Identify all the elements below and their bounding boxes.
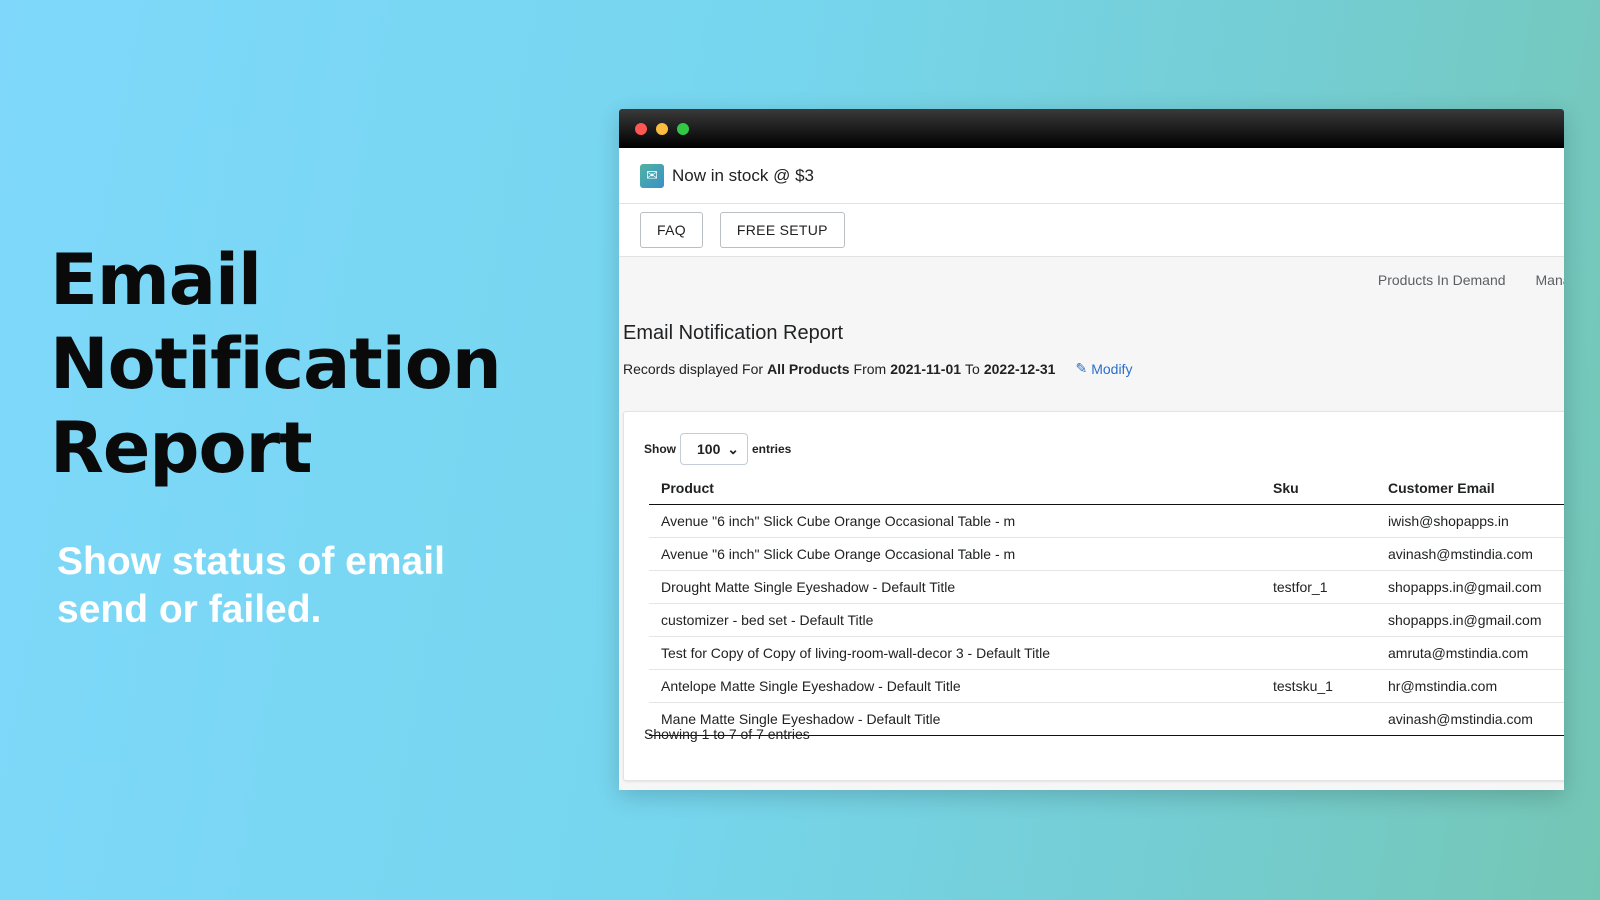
cell-product: Avenue "6 inch" Slick Cube Orange Occasi… <box>649 537 1261 571</box>
cell-customer-email: avinash@mstindia.com <box>1376 537 1564 571</box>
app-name: Now in stock @ $3 <box>672 165 814 185</box>
records-from-date: 2021-11-01 <box>890 360 962 377</box>
report-card: Show 100 ⌄ entries Product Sku Customer … <box>623 411 1564 781</box>
pencil-icon: ✎ <box>1075 360 1088 376</box>
minimize-window-dot[interactable] <box>656 122 668 135</box>
cell-customer-email: shopapps.in@gmail.com <box>1376 570 1564 604</box>
entries-label: entries <box>752 442 792 456</box>
close-window-dot[interactable] <box>635 122 647 135</box>
chevron-down-icon: ⌄ <box>727 440 739 457</box>
nav-manage-products[interactable]: Manage Pr <box>1536 272 1564 288</box>
records-to-date: 2022-12-31 <box>983 360 1056 377</box>
cell-product: Avenue "6 inch" Slick Cube Orange Occasi… <box>649 504 1261 538</box>
table-row: customizer - bed set - Default Title sho… <box>649 603 1564 637</box>
cell-sku <box>1261 603 1376 637</box>
table-row: Antelope Matte Single Eyeshadow - Defaul… <box>649 669 1564 703</box>
top-nav: Products In Demand Manage Pr <box>619 257 1564 302</box>
notification-table: Product Sku Customer Email Avenue "6 inc… <box>649 472 1564 736</box>
app-header: ✉ Now in stock @ $3 <box>619 148 1564 204</box>
hero-title-line: Report <box>50 407 313 489</box>
faq-button[interactable]: FAQ <box>640 212 703 248</box>
entries-select-value: 100 <box>697 441 721 457</box>
cell-product: Drought Matte Single Eyeshadow - Default… <box>649 570 1261 604</box>
cell-sku: testsku_1 <box>1261 669 1376 703</box>
app-logo-icon: ✉ <box>640 163 664 188</box>
cell-product: Test for Copy of Copy of living-room-wal… <box>649 636 1261 670</box>
records-to-label: To <box>965 360 980 377</box>
records-prefix: Records displayed For <box>623 360 764 377</box>
table-row: Test for Copy of Copy of living-room-wal… <box>649 636 1564 670</box>
column-header-sku[interactable]: Sku <box>1261 472 1376 505</box>
modify-label: Modify <box>1091 360 1133 377</box>
report-title: Email Notification Report <box>623 322 844 344</box>
cell-sku <box>1261 636 1376 670</box>
nav-products-in-demand[interactable]: Products In Demand <box>1378 272 1506 288</box>
free-setup-button[interactable]: FREE SETUP <box>719 212 845 248</box>
show-label: Show <box>644 442 676 456</box>
table-row: Avenue "6 inch" Slick Cube Orange Occasi… <box>649 537 1564 571</box>
cell-sku <box>1261 702 1376 736</box>
table-info: Showing 1 to 7 of 7 entries <box>644 726 810 742</box>
cell-product: Antelope Matte Single Eyeshadow - Defaul… <box>649 669 1261 703</box>
hero-subtitle: Show status of email send or failed. <box>57 540 445 631</box>
column-header-customer-email[interactable]: Customer Email <box>1376 472 1564 505</box>
app-window: ✉ Now in stock @ $3 FAQ FREE SETUP Produ… <box>619 109 1564 790</box>
table-header-row: Product Sku Customer Email <box>649 472 1564 505</box>
window-titlebar <box>619 109 1564 148</box>
entries-select[interactable]: 100 ⌄ <box>680 433 748 465</box>
cell-product: customizer - bed set - Default Title <box>649 603 1261 637</box>
column-header-product[interactable]: Product <box>649 472 1261 505</box>
cell-customer-email: amruta@mstindia.com <box>1376 636 1564 670</box>
records-scope: All Products <box>767 360 850 377</box>
hero-title-line: Email <box>50 239 262 321</box>
table-row: Avenue "6 inch" Slick Cube Orange Occasi… <box>649 504 1564 538</box>
cell-sku <box>1261 537 1376 571</box>
hero-title-line: Notification <box>50 323 502 405</box>
table-row: Drought Matte Single Eyeshadow - Default… <box>649 570 1564 604</box>
cell-customer-email: shopapps.in@gmail.com <box>1376 603 1564 637</box>
cell-sku <box>1261 504 1376 538</box>
hero-title: Email Notification Report <box>50 238 502 490</box>
cell-customer-email: iwish@shopapps.in <box>1376 504 1564 538</box>
cell-sku: testfor_1 <box>1261 570 1376 604</box>
toolbar: FAQ FREE SETUP <box>619 204 1564 257</box>
records-from-label: From <box>853 360 887 377</box>
records-summary: Records displayed For All Products From … <box>623 360 1564 377</box>
cell-customer-email: avinash@mstindia.com <box>1376 702 1564 736</box>
entries-control: Show 100 ⌄ entries <box>644 433 791 465</box>
modify-link[interactable]: ✎ Modify <box>1075 360 1132 377</box>
cell-customer-email: hr@mstindia.com <box>1376 669 1564 703</box>
maximize-window-dot[interactable] <box>677 122 689 135</box>
